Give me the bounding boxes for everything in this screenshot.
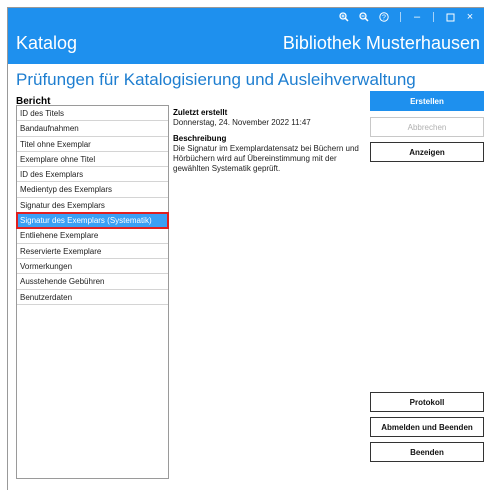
description-text: Die Signatur im Exemplardatensatz bei Bü… — [173, 144, 359, 173]
report-list-item[interactable]: Vormerkungen — [17, 259, 168, 275]
last-created-value: Donnerstag, 24. November 2022 11:47 — [173, 118, 311, 127]
title-bar: ? – × — [8, 8, 484, 26]
last-created-label: Zuletzt erstellt — [173, 108, 228, 117]
report-list-item[interactable]: Exemplare ohne Titel — [17, 152, 168, 168]
library-name: Bibliothek Musterhausen — [282, 33, 480, 53]
create-button[interactable]: Erstellen — [370, 91, 484, 111]
app-window: ? – × Katalog Bibliothek Musterhausen Pr… — [7, 7, 484, 490]
report-list-item[interactable]: Entliehene Exemplare — [17, 228, 168, 244]
report-list-item[interactable]: Signatur des Exemplars — [17, 198, 168, 214]
report-list-item[interactable]: Medientyp des Exemplars — [17, 182, 168, 198]
title-bar-separator — [433, 12, 434, 22]
report-detail-panel: Zuletzt erstellt Donnerstag, 24. Novembe… — [173, 108, 363, 174]
log-button[interactable]: Protokoll — [370, 392, 484, 412]
quit-button[interactable]: Beenden — [370, 442, 484, 462]
report-list-item[interactable]: ID des Exemplars — [17, 167, 168, 183]
zoom-in-icon[interactable] — [334, 8, 354, 26]
app-title: Katalog — [16, 33, 78, 53]
close-icon[interactable]: × — [460, 8, 480, 26]
maximize-icon[interactable] — [440, 8, 460, 26]
cancel-button: Abbrechen — [370, 117, 484, 137]
description-label: Beschreibung — [173, 134, 227, 143]
title-bar-separator — [400, 12, 401, 22]
zoom-out-icon[interactable] — [354, 8, 374, 26]
svg-text:?: ? — [382, 15, 386, 22]
report-list-item[interactable]: Titel ohne Exemplar — [17, 137, 168, 152]
report-list-item[interactable]: Bandaufnahmen — [17, 121, 168, 137]
report-list-item[interactable]: Benutzerdaten — [17, 290, 168, 305]
app-header: Katalog Bibliothek Musterhausen — [8, 26, 484, 64]
report-list-item[interactable]: Reservierte Exemplare — [17, 244, 168, 259]
logout-quit-button[interactable]: Abmelden und Beenden — [370, 417, 484, 437]
report-list[interactable]: ID des Titels Bandaufnahmen Titel ohne Exe… — [16, 105, 169, 479]
help-icon[interactable]: ? — [374, 8, 394, 26]
page-title: Prüfungen für Katalogisierung und Auslei… — [16, 70, 416, 89]
report-list-item[interactable]: ID des Titels — [17, 106, 168, 122]
show-button[interactable]: Anzeigen — [370, 142, 484, 162]
report-list-item[interactable]: Signatur des Exemplars (Systematik) — [16, 212, 169, 230]
report-list-item[interactable]: Ausstehende Gebühren — [17, 274, 168, 290]
minimize-icon[interactable]: – — [407, 8, 427, 26]
